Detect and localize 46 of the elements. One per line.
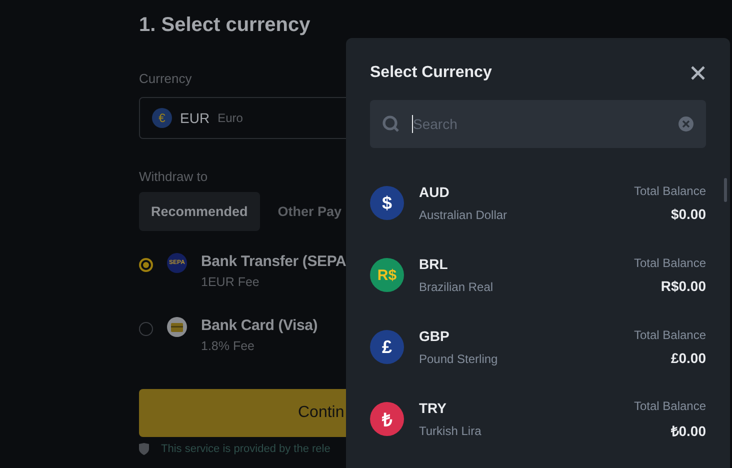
currency-icon: £ — [370, 330, 404, 364]
card-icon — [167, 317, 187, 337]
search-field[interactable]: Search — [370, 100, 706, 148]
currency-row[interactable]: R$ BRL Brazilian Real Total Balance R$0.00 — [370, 250, 706, 300]
currency-name: Turkish Lira — [419, 424, 482, 438]
footnote: This service is provided by the rele — [161, 443, 330, 455]
currency-code: GBP — [419, 328, 450, 344]
currency-code: AUD — [419, 184, 450, 200]
currency-name: Pound Sterling — [419, 352, 499, 366]
currency-code: BRL — [419, 256, 449, 272]
tab[interactable]: Recommended — [139, 192, 260, 231]
currency-code: TRY — [419, 400, 448, 416]
shield-icon — [139, 443, 149, 455]
fee-text: 1.8% Fee — [201, 339, 256, 353]
field-label: Withdraw to — [139, 169, 208, 184]
currency-icon: R$ — [370, 258, 404, 292]
balance-value: R$0.00 — [660, 278, 706, 294]
balance-label: Total Balance — [634, 398, 706, 412]
currency-row[interactable]: £ GBP Pound Sterling Total Balance £0.00 — [370, 322, 706, 372]
field-label: Currency — [139, 71, 192, 86]
currency-row[interactable]: ₺ TRY Turkish Lira Total Balance ₺0.00 — [370, 394, 706, 444]
currency-name: Australian Dollar — [419, 208, 508, 222]
balance-label: Total Balance — [634, 184, 706, 198]
modal-title: Select Currency — [370, 64, 492, 82]
method-title: Bank Card (Visa) — [201, 317, 318, 334]
section-title: 1. Select currency — [139, 14, 312, 37]
fee-text: 1EUR Fee — [201, 275, 260, 289]
currency-icon: ₺ — [370, 402, 404, 436]
balance-label: Total Balance — [634, 328, 706, 342]
radio-button[interactable] — [139, 322, 153, 336]
method-title: Bank Transfer (SEPA — [201, 253, 346, 270]
currency-row[interactable]: $ AUD Australian Dollar Total Balance $0.00 — [370, 178, 706, 228]
currency-icon: $ — [370, 186, 404, 220]
radio-button[interactable] — [139, 258, 153, 272]
currency-name: Brazilian Real — [419, 280, 494, 294]
balance-value: £0.00 — [670, 350, 706, 366]
clear-icon[interactable] — [678, 116, 694, 132]
currency-icon: € — [152, 108, 172, 128]
search-icon — [382, 115, 400, 133]
search-input[interactable]: Search — [413, 116, 666, 132]
text-caret — [412, 115, 413, 133]
balance-label: Total Balance — [634, 256, 706, 270]
balance-value: ₺0.00 — [670, 422, 706, 440]
close-button[interactable] — [690, 65, 706, 81]
scrollbar[interactable] — [724, 178, 727, 202]
balance-value: $0.00 — [670, 206, 706, 222]
